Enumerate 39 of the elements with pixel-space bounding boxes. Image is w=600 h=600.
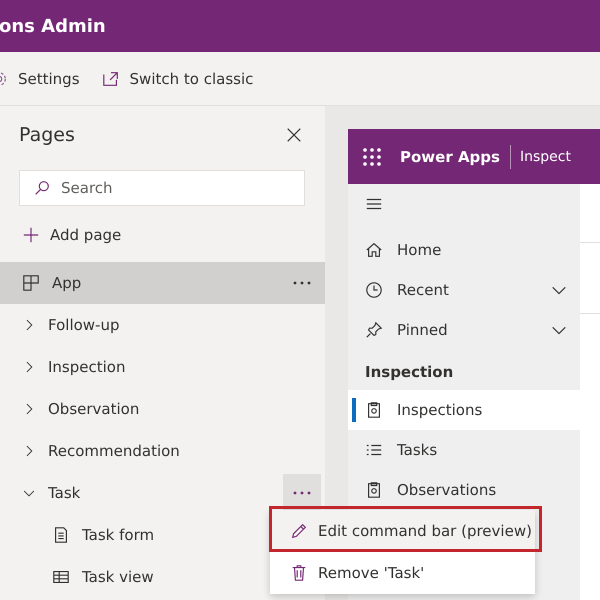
pin-icon bbox=[365, 321, 383, 339]
nav-item[interactable]: Pinned bbox=[348, 310, 580, 350]
close-icon[interactable] bbox=[285, 126, 303, 144]
page-item[interactable]: App bbox=[0, 262, 325, 304]
plus-icon bbox=[22, 226, 40, 244]
pencil-icon bbox=[290, 522, 308, 540]
search-field[interactable]: Search bbox=[19, 170, 305, 206]
nav-item[interactable]: Recent bbox=[348, 270, 580, 310]
section-heading: Inspection bbox=[364, 362, 454, 383]
nav-item[interactable]: Inspections bbox=[348, 390, 580, 430]
nav-item[interactable]: Tasks bbox=[348, 430, 580, 470]
page-item[interactable]: Recommendation bbox=[0, 430, 184, 472]
clock-icon bbox=[365, 281, 383, 299]
nav-item[interactable]: Observations bbox=[348, 470, 580, 510]
open-external-icon bbox=[102, 70, 120, 88]
add-page-button[interactable]: Add page bbox=[22, 220, 325, 250]
page-item[interactable]: Inspection bbox=[0, 346, 130, 388]
page-item[interactable]: Follow-up bbox=[0, 304, 124, 346]
app-title: ons Admin bbox=[0, 16, 106, 36]
layout-icon bbox=[22, 274, 40, 292]
page-item[interactable]: Task view bbox=[0, 556, 158, 598]
app-launcher-icon[interactable] bbox=[362, 146, 382, 166]
nav-item[interactable]: Home bbox=[348, 230, 580, 270]
app-title: Inspect bbox=[520, 148, 571, 164]
document-icon bbox=[52, 526, 70, 544]
page-item[interactable]: Task form bbox=[0, 514, 158, 556]
clipboard-icon bbox=[365, 401, 383, 419]
grid-icon bbox=[52, 568, 70, 586]
trash-icon bbox=[290, 564, 308, 582]
toolbar-button[interactable]: Switch to classic bbox=[102, 70, 254, 88]
toolbar-button[interactable]: Settings bbox=[0, 70, 80, 88]
home-icon bbox=[365, 241, 383, 259]
app-name: Power Apps bbox=[400, 144, 511, 168]
page-item[interactable]: Observation bbox=[0, 388, 144, 430]
panel-title: Pages bbox=[19, 124, 75, 146]
clipboard-icon bbox=[365, 481, 383, 499]
menu-item[interactable]: Remove 'Task' bbox=[270, 552, 535, 594]
more-icon bbox=[293, 281, 311, 285]
more-icon bbox=[293, 491, 311, 495]
